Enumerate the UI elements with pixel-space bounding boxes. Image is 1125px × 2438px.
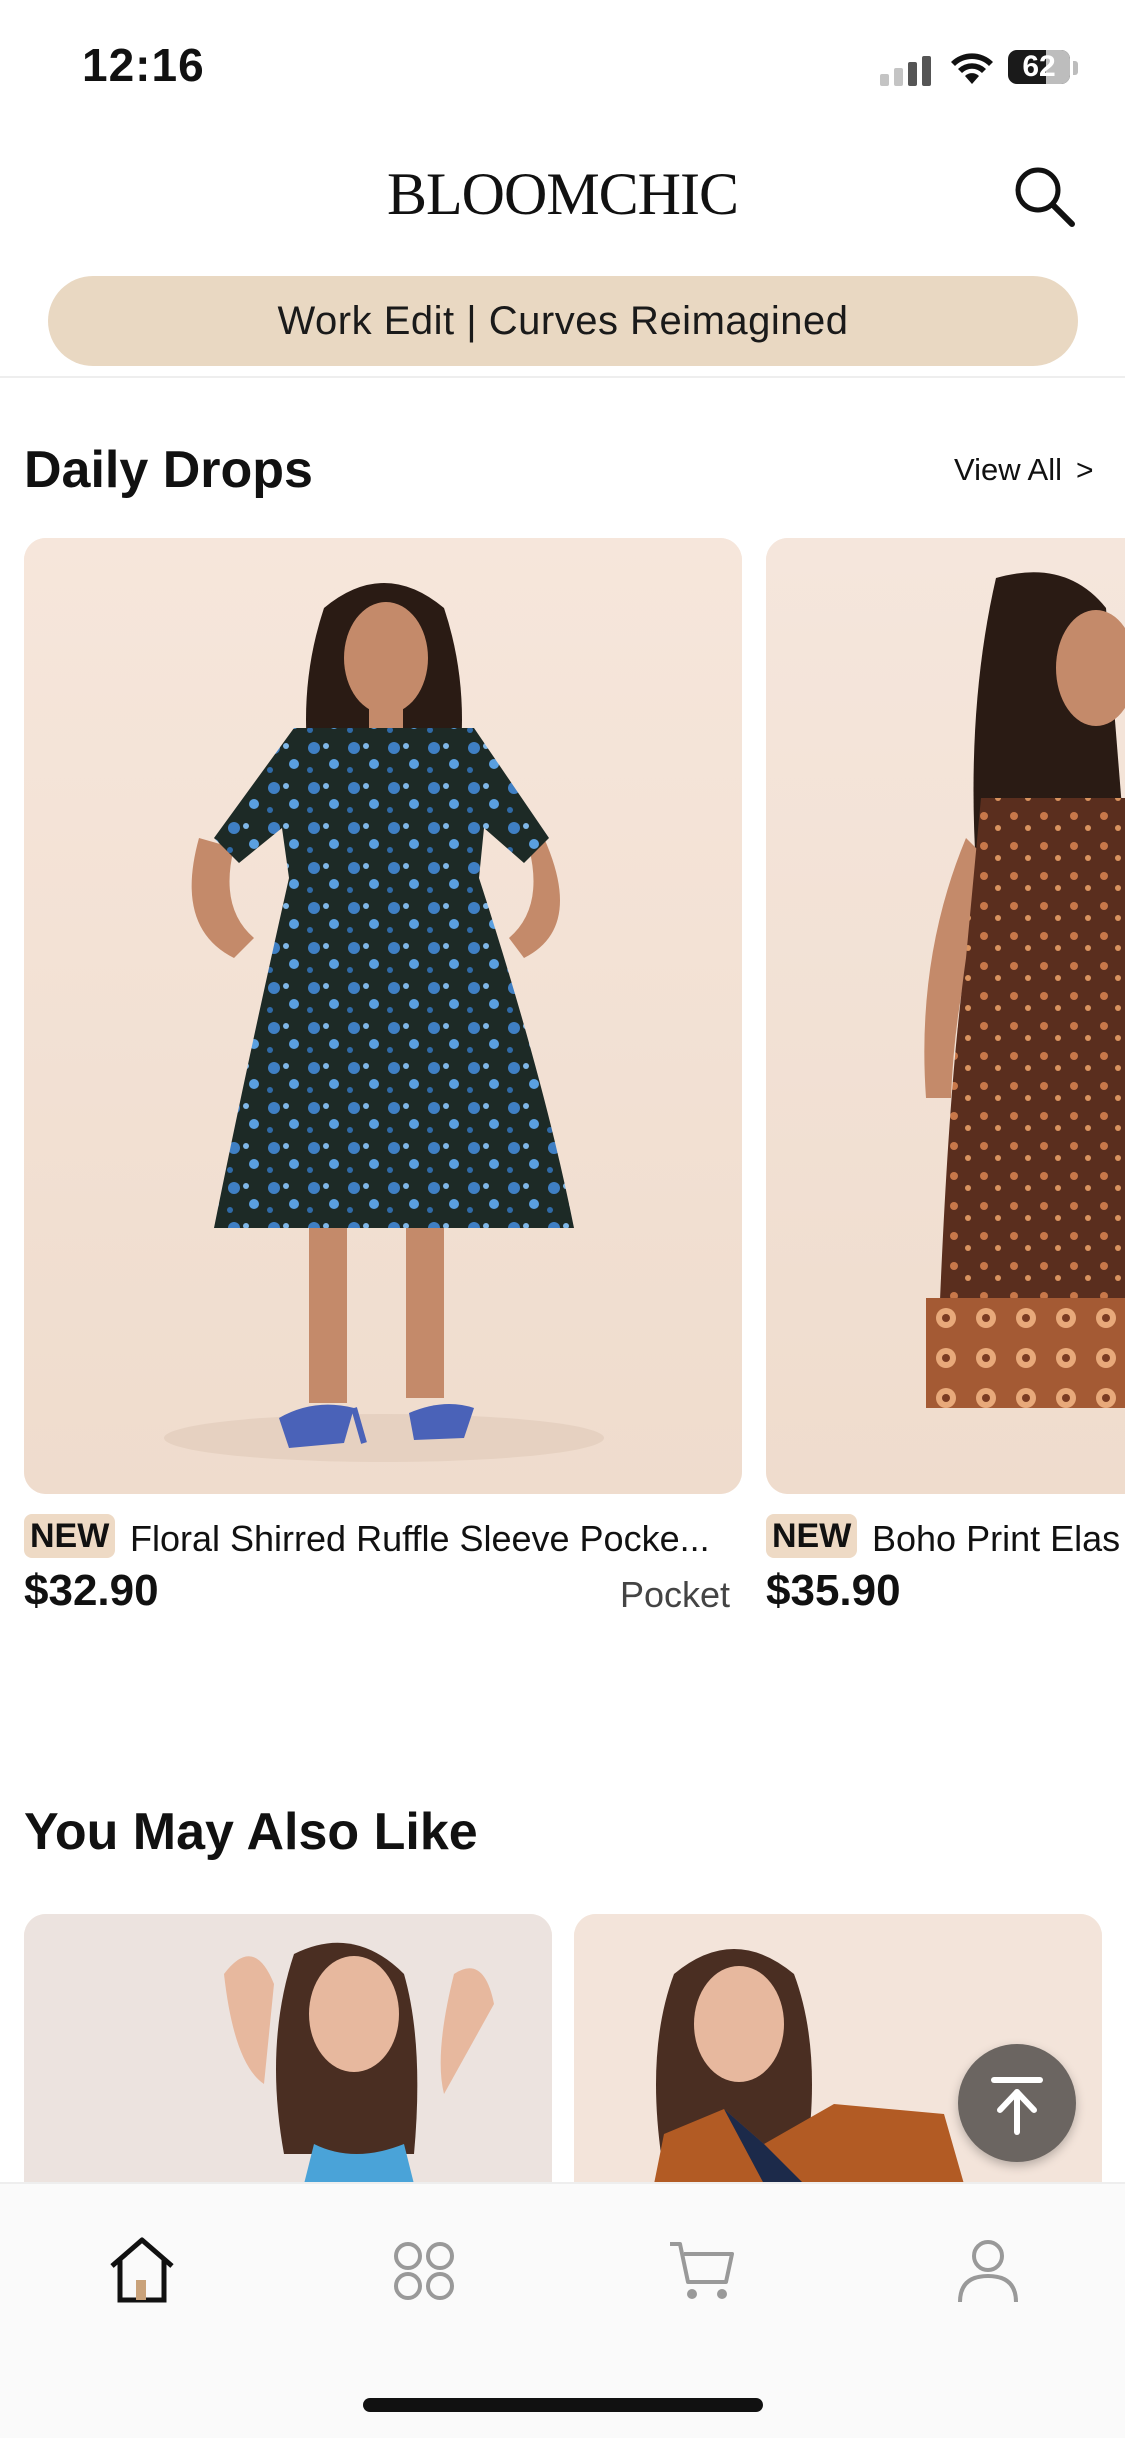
product-photo-floral-dress <box>24 538 742 1494</box>
product-image[interactable] <box>24 538 742 1494</box>
wifi-icon <box>951 53 993 84</box>
home-icon[interactable] <box>106 2234 178 2306</box>
product-price: $32.90 <box>24 1566 159 1615</box>
scroll-to-top-button[interactable] <box>958 2044 1076 2162</box>
you-may-also-like-title: You May Also Like <box>24 1803 478 1861</box>
product-price: $35.90 <box>766 1566 901 1615</box>
brand-logo[interactable]: BLOOMCHIC <box>0 160 1125 229</box>
categories-icon[interactable] <box>388 2234 460 2306</box>
header-divider <box>0 376 1125 378</box>
recommendation-card-image[interactable] <box>24 1914 552 2184</box>
status-time: 12:16 <box>82 39 205 91</box>
new-badge: NEW <box>766 1514 858 1558</box>
product-photo-boho-dress <box>766 538 1125 1494</box>
account-icon[interactable] <box>952 2234 1024 2306</box>
product-name[interactable]: Floral Shirred Ruffle Sleeve Pocke... <box>130 1518 742 1560</box>
cellular-signal-icon <box>880 56 931 86</box>
product-name[interactable]: Boho Print Elas <box>872 1518 1125 1560</box>
product-photo-model <box>24 1914 552 2184</box>
chevron-right-icon[interactable]: > <box>1076 454 1094 488</box>
product-feature-tag: Pocket <box>620 1574 731 1615</box>
battery-percentage: 62 <box>1022 50 1056 83</box>
product-image[interactable] <box>766 538 1125 1494</box>
daily-drops-title: Daily Drops <box>24 441 313 499</box>
cart-icon[interactable] <box>666 2234 738 2306</box>
search-icon[interactable] <box>1010 162 1078 230</box>
view-all-link[interactable]: View All <box>954 452 1062 488</box>
home-indicator <box>363 2398 763 2412</box>
new-badge: NEW <box>24 1514 116 1558</box>
arrow-up-to-line-icon <box>991 2077 1043 2135</box>
battery-icon: 62 <box>1008 48 1080 88</box>
promo-banner[interactable]: Work Edit | Curves Reimagined <box>48 276 1078 366</box>
